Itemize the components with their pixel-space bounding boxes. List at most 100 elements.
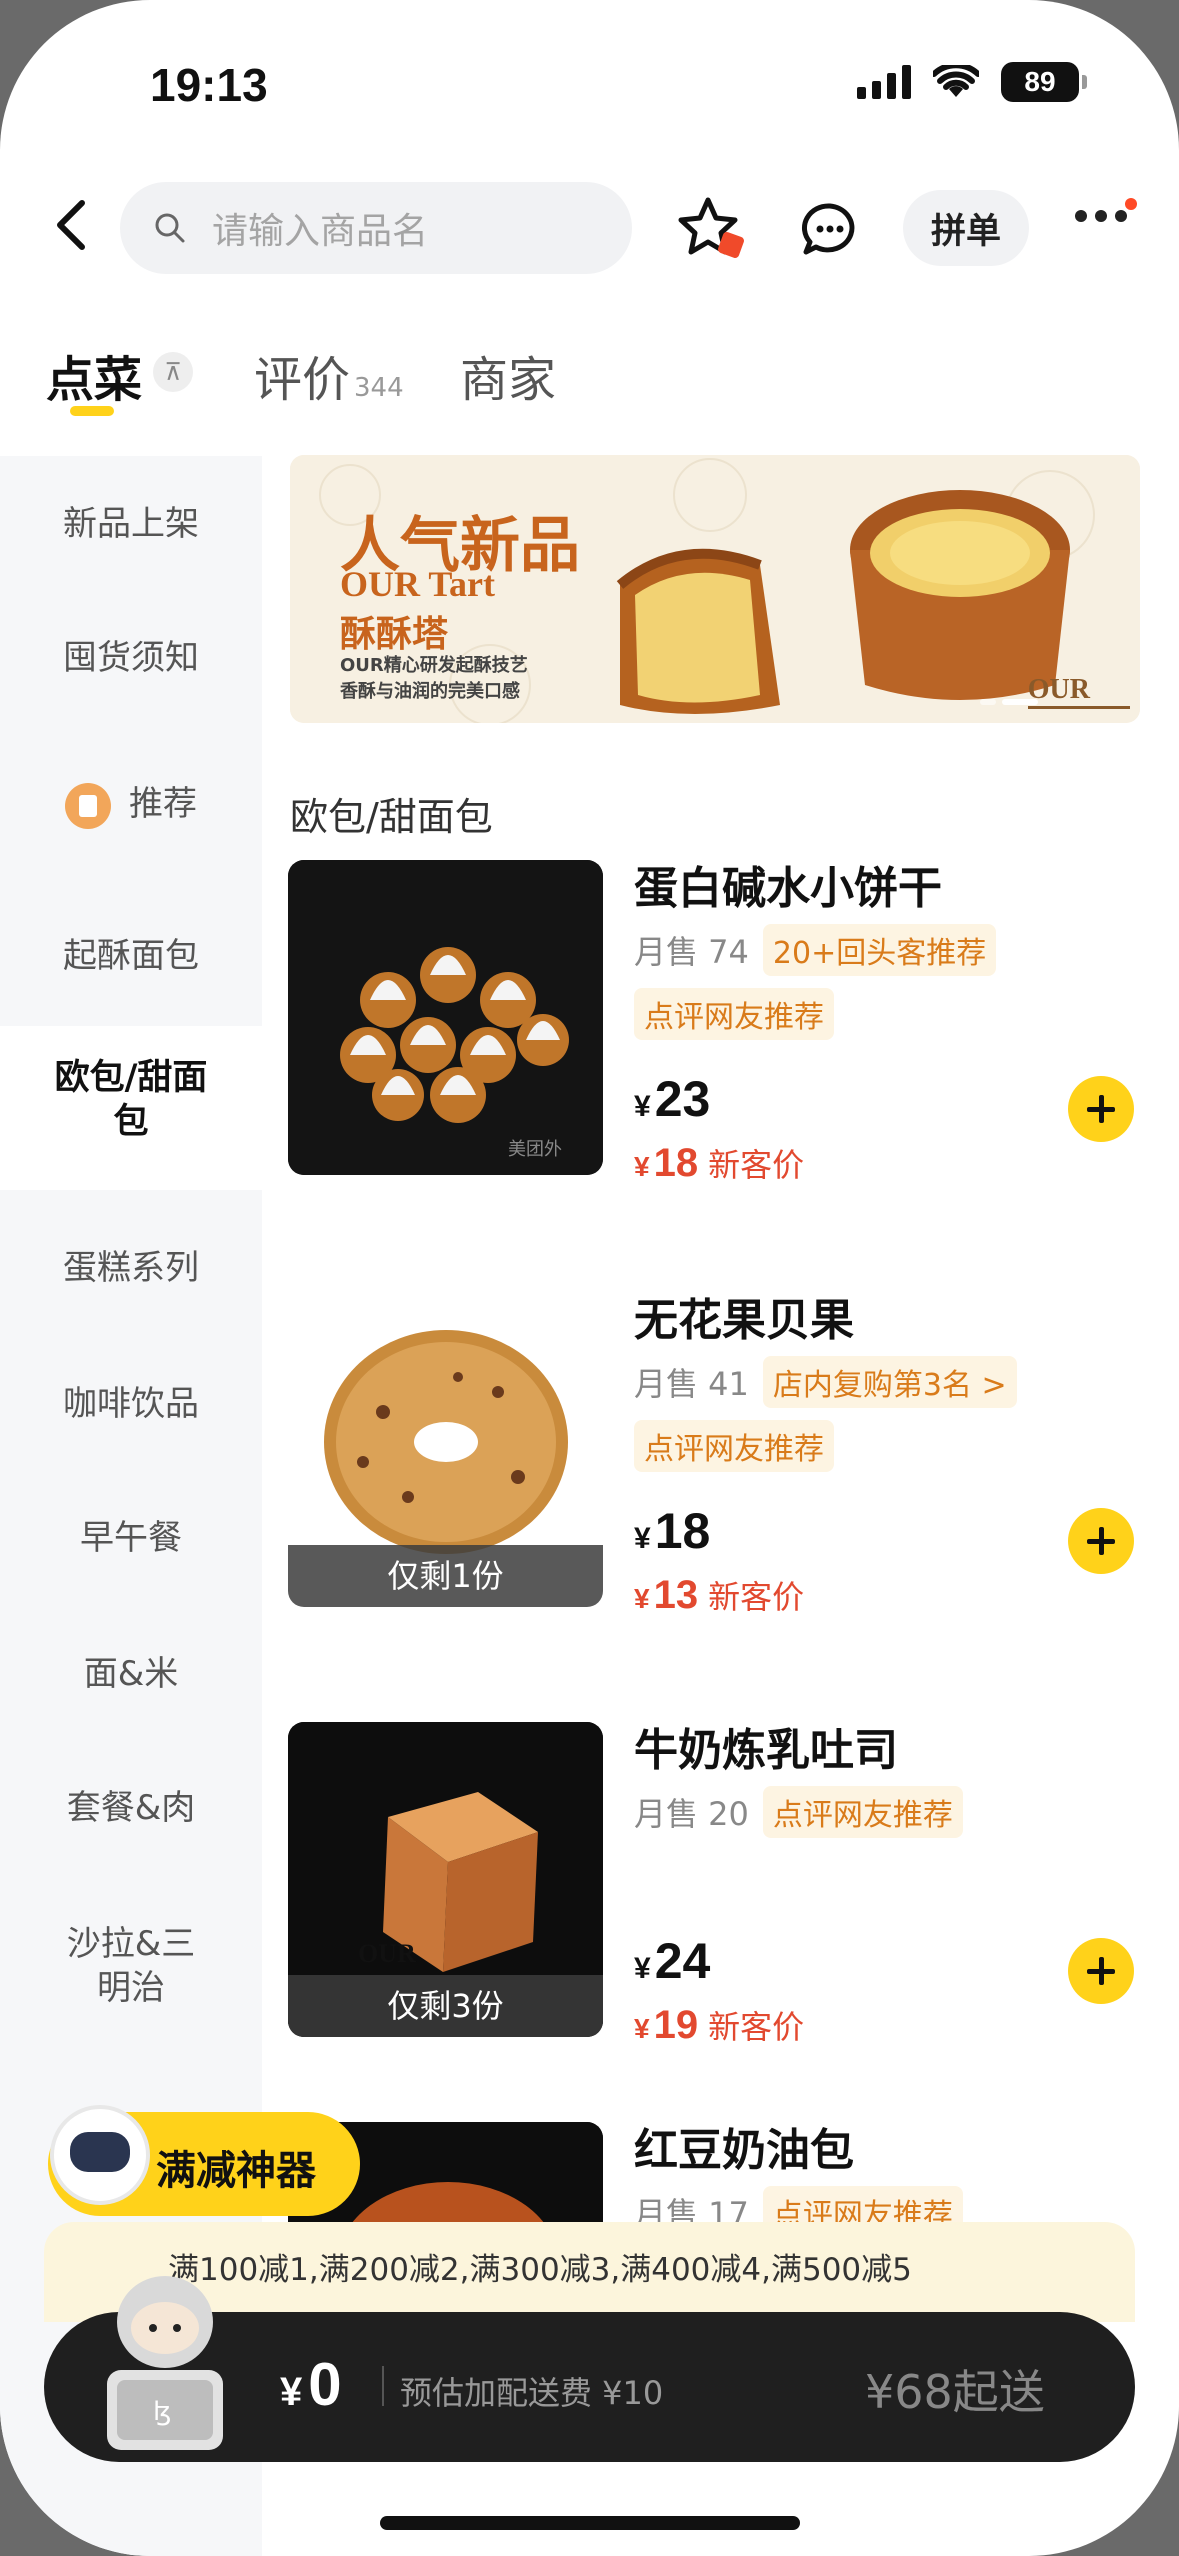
sidebar-item-recommend-label: 推荐	[129, 784, 197, 824]
product-item[interactable]: OUR 仅剩3份 牛奶炼乳吐司 月售 20 点评网友推荐 ¥24 ¥19 新客价	[288, 1722, 1158, 2052]
add-to-cart-button[interactable]	[1068, 1076, 1134, 1142]
new-customer-price: ¥18 新客价	[634, 1140, 804, 1186]
add-to-cart-button[interactable]	[1068, 1938, 1134, 2004]
discount-rules: 满100减1,满200减2,满300减3,满400减4,满500减5	[168, 2252, 912, 2288]
notification-dot	[1125, 198, 1137, 210]
price-value: 23	[654, 1071, 711, 1127]
product-price: ¥24	[634, 1932, 710, 1990]
tab-reviews-label: 评价	[254, 352, 351, 408]
repurchase-rank-tag[interactable]: 店内复购第3名 >	[762, 1356, 1017, 1408]
product-tag: 20+回头客推荐	[762, 924, 997, 976]
group-order-button[interactable]: 拼单	[903, 190, 1029, 266]
message-button[interactable]	[790, 190, 870, 270]
home-indicator[interactable]	[380, 2516, 800, 2530]
new-price-value: 19	[653, 2003, 699, 2047]
product-image: 仅剩1份	[288, 1292, 603, 1607]
monthly-sales: 月售 74	[634, 933, 749, 971]
new-price-value: 13	[653, 1573, 699, 1617]
sidebar-item-salad[interactable]: 沙拉&三明治	[0, 1922, 262, 2010]
monthly-sales: 月售 41	[634, 1365, 749, 1403]
svg-text:ɮ: ɮ	[153, 2397, 171, 2427]
add-to-cart-button[interactable]	[1068, 1508, 1134, 1574]
price-value: 18	[654, 1503, 711, 1559]
cellular-signal-icon	[857, 65, 911, 99]
sidebar-item-brunch[interactable]: 早午餐	[0, 1516, 262, 1560]
search-input[interactable]: 请输入商品名	[120, 182, 632, 274]
sidebar-item-new[interactable]: 新品上架	[0, 502, 262, 546]
more-button[interactable]	[1075, 210, 1127, 222]
status-icons: 89	[857, 62, 1087, 102]
promo-banner[interactable]: 人气新品 OUR Tart 酥酥塔 OUR精心研发起酥技艺 香酥与油润的完美口感…	[290, 455, 1140, 723]
sidebar-item-puff-bread[interactable]: 起酥面包	[0, 934, 262, 978]
section-title: 欧包/甜面包	[290, 795, 493, 839]
search-placeholder: 请输入商品名	[212, 211, 429, 252]
new-customer-price: ¥13 新客价	[634, 1572, 804, 1618]
currency-symbol: ¥	[634, 1583, 650, 1614]
product-tag: 点评网友推荐	[634, 1420, 834, 1472]
banner-logo: OUR	[1027, 674, 1130, 709]
tab-order[interactable]: 点菜	[46, 340, 142, 410]
search-icon	[155, 213, 185, 243]
banner-desc-line2: 香酥与油润的完美口感	[340, 681, 520, 702]
minimum-order: ¥68起送	[865, 2365, 1045, 2419]
price-value: 24	[654, 1933, 711, 1989]
delivery-fee: 预估加配送费 ¥10	[400, 2374, 664, 2412]
battery-indicator: 89	[1001, 62, 1087, 102]
product-name: 无花果贝果	[634, 1295, 854, 1346]
currency-symbol: ¥	[280, 2370, 303, 2414]
product-image: OUR 仅剩3份	[288, 1722, 603, 2037]
currency-symbol: ¥	[634, 1151, 650, 1182]
sidebar-item-cake[interactable]: 蛋糕系列	[0, 1246, 262, 1290]
chat-bubble-icon	[801, 203, 855, 255]
review-count: 344	[354, 373, 404, 403]
discount-helper-label: 满减神器	[156, 2148, 316, 2194]
tab-merchant-label: 商家	[460, 352, 557, 408]
product-meta: 月售 41 店内复购第3名 >	[634, 1356, 1017, 1408]
back-button[interactable]	[50, 195, 110, 265]
product-name: 红豆奶油包	[634, 2125, 854, 2176]
svg-text:美团外: 美团外	[508, 1139, 562, 1160]
chevron-left-icon	[57, 200, 85, 250]
sidebar-item-noodle-rice[interactable]: 面&米	[0, 1652, 262, 1696]
pin-top-icon[interactable]: ⊼	[153, 352, 193, 392]
currency-symbol: ¥	[634, 1522, 651, 1555]
currency-symbol: ¥	[634, 2013, 650, 2044]
sidebar-item-coffee[interactable]: 咖啡饮品	[0, 1382, 262, 1426]
product-tag: 点评网友推荐	[762, 1786, 963, 1838]
product-item[interactable]: 仅剩1份 无花果贝果 月售 41 店内复购第3名 > 点评网友推荐 ¥18 ¥1…	[288, 1292, 1158, 1622]
monthly-sales: 月售 20	[634, 1795, 749, 1833]
product-price: ¥18	[634, 1502, 710, 1560]
new-price-label: 新客价	[708, 2008, 805, 2046]
banner-subtitle-en: OUR Tart	[340, 564, 496, 604]
new-customer-price: ¥19 新客价	[634, 2002, 804, 2048]
new-price-label: 新客价	[708, 1146, 805, 1184]
product-price: ¥23	[634, 1070, 710, 1128]
sidebar-item-recommend[interactable]: 推荐	[0, 782, 262, 829]
svg-text:OUR: OUR	[358, 1939, 416, 1968]
cart-total: ¥0	[280, 2350, 342, 2419]
carousel-dots	[980, 699, 1038, 705]
tab-merchant[interactable]: 商家	[460, 340, 556, 410]
product-image: 美团外	[288, 860, 603, 1175]
banner-desc-line1: OUR精心研发起酥技艺	[340, 655, 528, 676]
sidebar-item-european-bread[interactable]: 欧包/甜面包	[0, 1026, 262, 1190]
star-icon	[678, 197, 744, 258]
cart-mascot-icon[interactable]: ɮ	[95, 2270, 235, 2460]
sidebar-item-set-meat[interactable]: 套餐&肉	[0, 1786, 262, 1830]
product-meta: 月售 20 点评网友推荐	[634, 1786, 963, 1838]
banner-subtitle-cn: 酥酥塔	[340, 614, 449, 655]
product-meta: 月售 74 20+回头客推荐	[634, 924, 997, 976]
product-name: 牛奶炼乳吐司	[634, 1725, 898, 1776]
robot-face-icon	[70, 2132, 130, 2172]
tab-reviews[interactable]: 评价 344	[254, 340, 404, 410]
favorite-button[interactable]	[672, 190, 752, 270]
currency-symbol: ¥	[634, 1952, 651, 1985]
sidebar-item-stock-notice[interactable]: 囤货须知	[0, 636, 262, 680]
stock-remaining: 仅剩3份	[288, 1975, 603, 2037]
status-time: 19:13	[150, 59, 268, 111]
new-price-value: 18	[653, 1141, 699, 1185]
product-item[interactable]: 美团外 蛋白碱水小饼干 月售 74 20+回头客推荐 点评网友推荐 ¥23 ¥1…	[288, 860, 1158, 1190]
banner-description: OUR精心研发起酥技艺 香酥与油润的完美口感	[340, 653, 528, 705]
wifi-icon	[933, 65, 979, 97]
phone-screen: 19:13 89 请输入商品名 拼单 点菜 ⊼ 评价 344 商家 新品上架 囤…	[0, 0, 1179, 2556]
